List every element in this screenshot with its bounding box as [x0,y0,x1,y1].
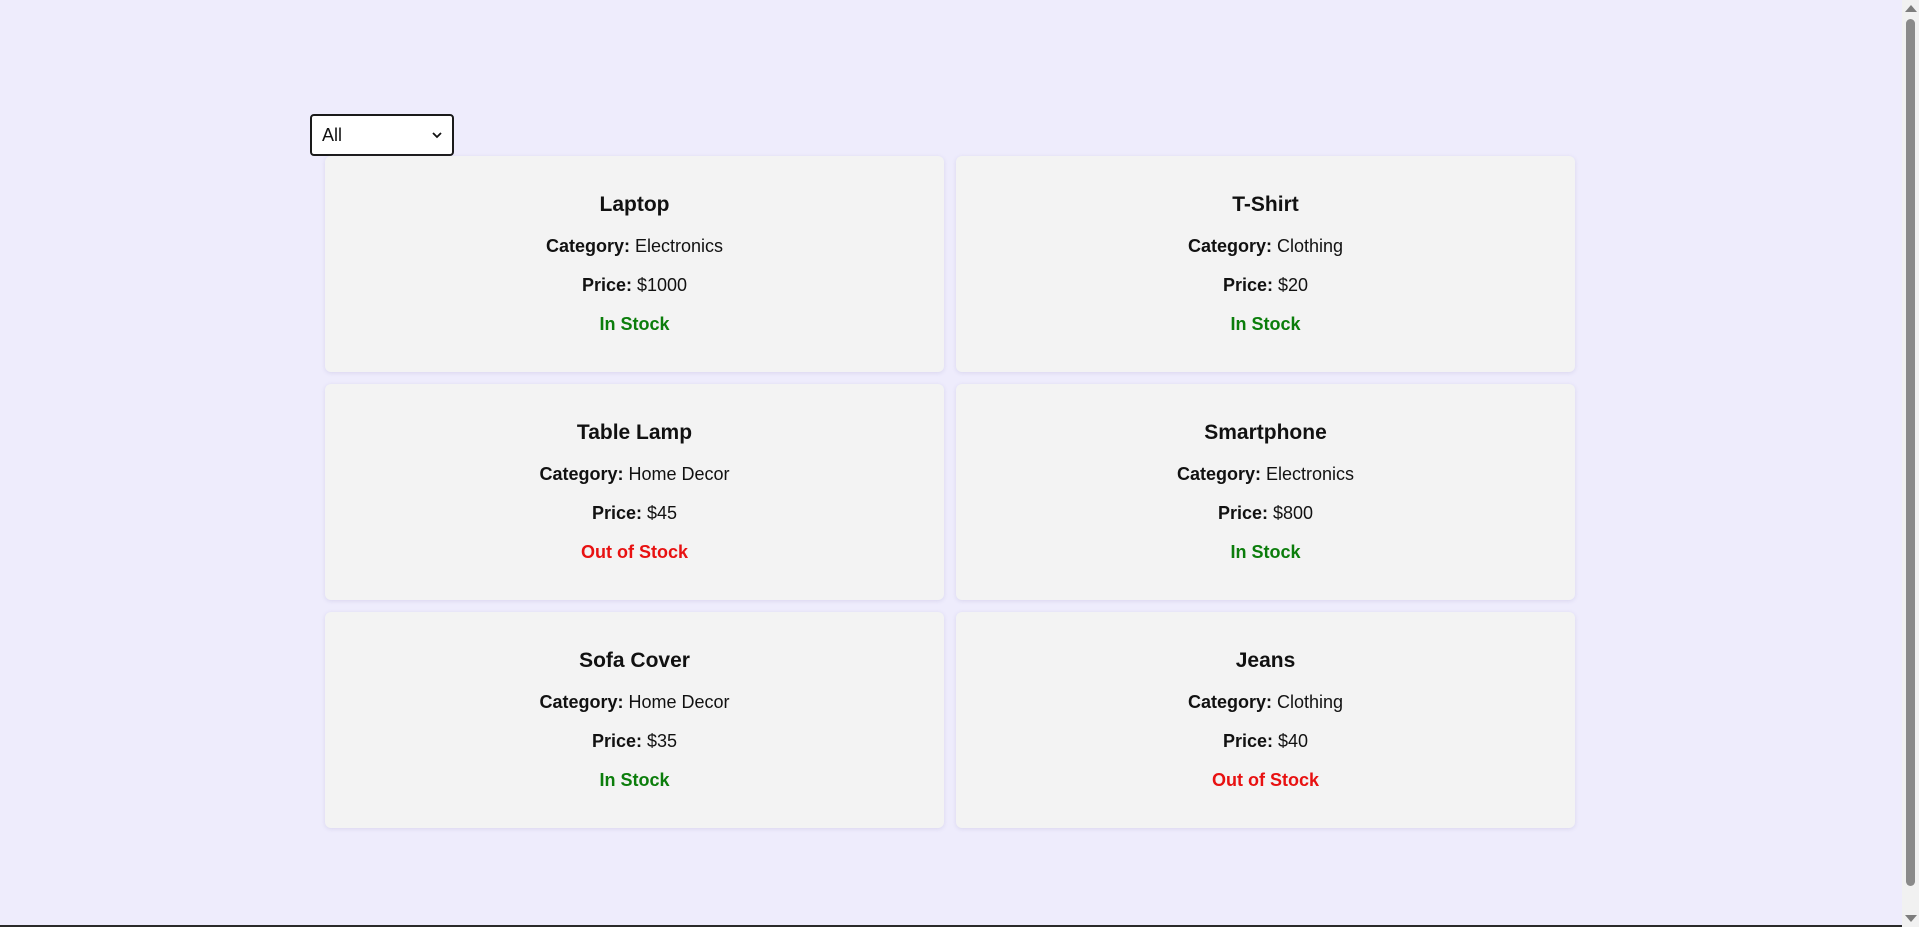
product-name: Jeans [1235,649,1296,672]
chevron-down-icon [432,132,442,139]
price-label: Price: [591,731,642,751]
product-category: Category: Electronics [546,235,723,257]
scroll-up-arrow-icon[interactable] [1905,5,1917,12]
price-label: Price: [1217,503,1268,523]
category-label: Category: [1176,464,1261,484]
product-name: Table Lamp [576,421,693,444]
product-price: Price: $20 [1223,274,1308,296]
category-label: Category: [539,464,624,484]
stock-status: Out of Stock [581,542,688,562]
price-label: Price: [1222,731,1273,751]
price-value: $20 [1278,275,1309,295]
product-price: Price: $40 [1223,730,1308,752]
product-name: T-Shirt [1232,193,1299,216]
category-filter-value: All [322,124,343,145]
category-label: Category: [545,236,630,256]
product-category: Category: Clothing [1188,235,1343,257]
stock-status: In Stock [599,314,670,334]
page-content: All Laptop Category: Electronics Price: … [0,0,1900,926]
category-label: Category: [1187,692,1272,712]
stock-status: In Stock [1230,542,1301,562]
page-viewport: All Laptop Category: Electronics Price: … [0,0,1919,927]
product-category: Category: Clothing [1188,691,1343,713]
category-value: Home Decor [628,464,730,484]
product-grid: Laptop Category: Electronics Price: $100… [325,156,1577,828]
scrollbar-thumb[interactable] [1906,19,1915,886]
price-value: $1000 [636,275,688,295]
product-price: Price: $1000 [582,274,687,296]
category-value: Electronics [635,236,724,256]
stock-status: Out of Stock [1212,770,1319,790]
product-card: Sofa Cover Category: Home Decor Price: $… [325,612,944,828]
product-price: Price: $35 [592,730,677,752]
scroll-down-arrow-icon[interactable] [1905,915,1917,922]
product-price: Price: $800 [1218,502,1313,524]
product-card: Laptop Category: Electronics Price: $100… [325,156,944,372]
product-name: Smartphone [1204,421,1327,444]
product-name: Laptop [599,193,670,216]
price-value: $35 [647,731,678,751]
category-value: Electronics [1266,464,1355,484]
product-price: Price: $45 [592,502,677,524]
price-label: Price: [591,503,642,523]
category-label: Category: [539,692,624,712]
category-value: Clothing [1276,236,1344,256]
product-card: T-Shirt Category: Clothing Price: $20 In… [956,156,1575,372]
price-label: Price: [1222,275,1273,295]
category-label: Category: [1187,236,1272,256]
category-value: Clothing [1276,692,1344,712]
product-card: Jeans Category: Clothing Price: $40 Out … [956,612,1575,828]
product-category: Category: Home Decor [539,463,729,485]
product-category: Category: Home Decor [539,691,729,713]
vertical-scrollbar[interactable] [1902,0,1919,927]
price-value: $800 [1273,503,1314,523]
price-value: $45 [647,503,678,523]
category-value: Home Decor [628,692,730,712]
price-label: Price: [581,275,632,295]
product-name: Sofa Cover [579,649,690,672]
price-value: $40 [1278,731,1309,751]
stock-status: In Stock [599,770,670,790]
stock-status: In Stock [1230,314,1301,334]
category-filter-select[interactable]: All [310,114,454,156]
product-card: Smartphone Category: Electronics Price: … [956,384,1575,600]
product-card: Table Lamp Category: Home Decor Price: $… [325,384,944,600]
product-category: Category: Electronics [1177,463,1354,485]
